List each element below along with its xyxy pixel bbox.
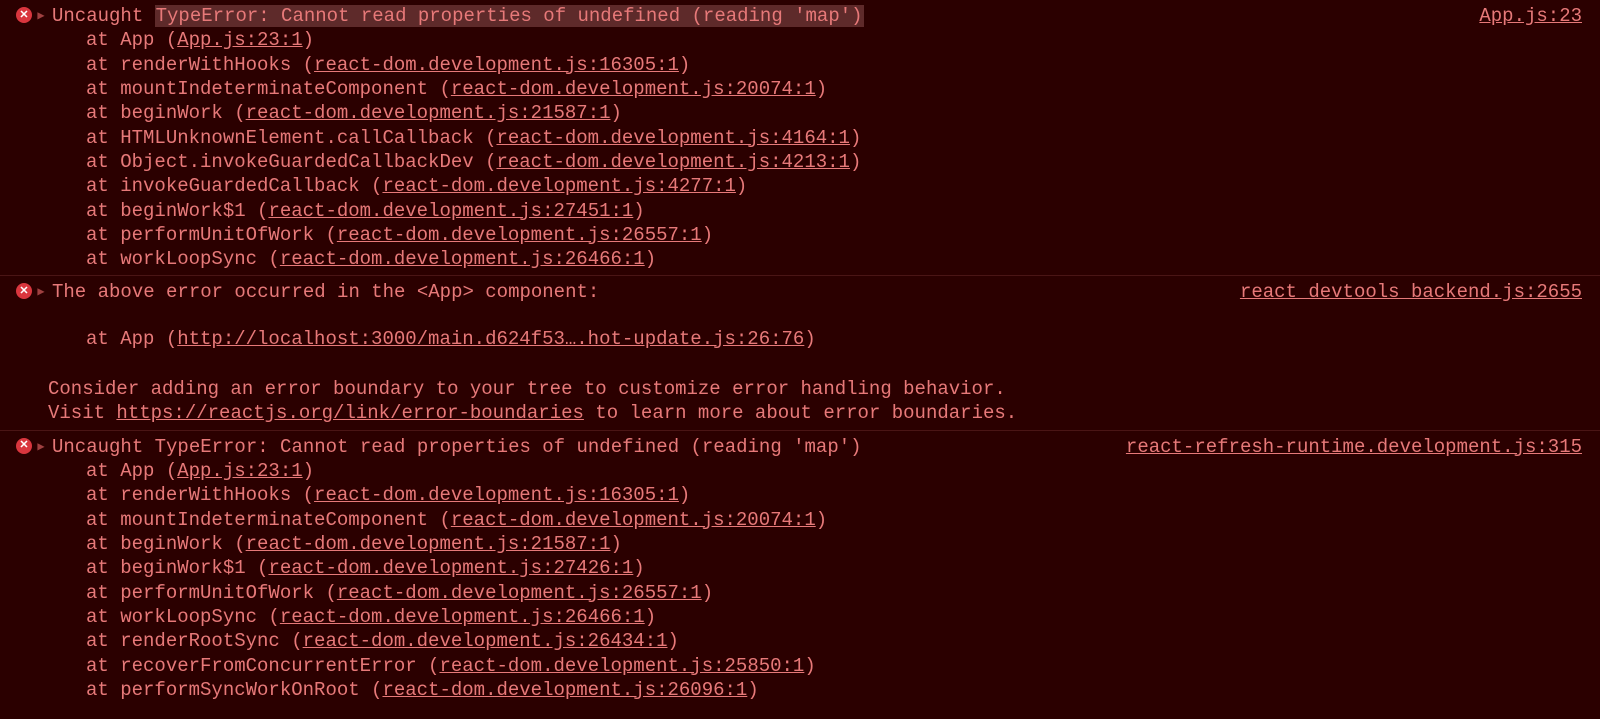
highlighted-text: TypeError: Cannot read properties of und… <box>155 5 864 27</box>
stack-frame-text: at workLoopSync ( <box>86 248 280 270</box>
stack-frame-link[interactable]: react-dom.development.js:16305:1 <box>314 54 679 76</box>
stack-frame-link[interactable]: react-dom.development.js:20074:1 <box>451 509 816 531</box>
stack-trace: at App (http://localhost:3000/main.d624f… <box>0 327 1600 351</box>
stack-frame-link[interactable]: react-dom.development.js:21587:1 <box>246 102 611 124</box>
stack-frame-link[interactable]: react-dom.development.js:26466:1 <box>280 248 645 270</box>
stack-frame: at renderWithHooks (react-dom.developmen… <box>86 483 1600 507</box>
stack-frame-link[interactable]: react-dom.development.js:26096:1 <box>382 679 747 701</box>
stack-frame: at App (http://localhost:3000/main.d624f… <box>86 327 1600 351</box>
stack-frame-link[interactable]: react-dom.development.js:27451:1 <box>268 200 633 222</box>
stack-frame-link[interactable]: http://localhost:3000/main.d624f53….hot-… <box>177 328 804 350</box>
stack-frame-link[interactable]: react-dom.development.js:26557:1 <box>337 582 702 604</box>
stack-frame-text: at performSyncWorkOnRoot ( <box>86 679 382 701</box>
stack-frame-text: at renderWithHooks ( <box>86 484 314 506</box>
error-message: The above error occurred in the <App> co… <box>48 280 1220 304</box>
stack-frame-text: at HTMLUnknownElement.callCallback ( <box>86 127 496 149</box>
error-icon: ✕ <box>16 438 32 454</box>
stack-frame-text: at App ( <box>86 328 177 350</box>
stack-frame: at performUnitOfWork (react-dom.developm… <box>86 581 1600 605</box>
stack-frame: at App (App.js:23:1) <box>86 459 1600 483</box>
error-icon-col: ✕ <box>14 4 34 23</box>
error-source: App.js:23 <box>1459 4 1582 28</box>
disclosure-arrow[interactable]: ▶ <box>34 280 48 300</box>
stack-frame-text: at recoverFromConcurrentError ( <box>86 655 439 677</box>
disclosure-arrow[interactable]: ▶ <box>34 4 48 24</box>
stack-trace: at App (App.js:23:1)at renderWithHooks (… <box>0 459 1600 702</box>
stack-frame-text: at beginWork ( <box>86 533 246 555</box>
chevron-right-icon: ▶ <box>37 440 44 455</box>
advice-line: Consider adding an error boundary to you… <box>48 377 1600 401</box>
error-header: ✕ ▶ Uncaught TypeError: Cannot read prop… <box>0 4 1600 28</box>
stack-frame-link[interactable]: react-dom.development.js:27426:1 <box>268 557 633 579</box>
stack-frame-link[interactable]: react-dom.development.js:16305:1 <box>314 484 679 506</box>
error-source: react_devtools_backend.js:2655 <box>1220 280 1582 304</box>
stack-frame-text: at performUnitOfWork ( <box>86 582 337 604</box>
docs-link[interactable]: https://reactjs.org/link/error-boundarie… <box>116 402 583 424</box>
stack-frame: at mountIndeterminateComponent (react-do… <box>86 77 1600 101</box>
stack-frame-text: at invokeGuardedCallback ( <box>86 175 382 197</box>
stack-frame-link[interactable]: react-dom.development.js:4277:1 <box>382 175 735 197</box>
stack-frame-text: at beginWork ( <box>86 102 246 124</box>
stack-frame: at beginWork (react-dom.development.js:2… <box>86 101 1600 125</box>
disclosure-arrow[interactable]: ▶ <box>34 435 48 455</box>
error-message: Uncaught TypeError: Cannot read properti… <box>48 435 1106 459</box>
stack-frame-link[interactable]: react-dom.development.js:4213:1 <box>496 151 849 173</box>
stack-frame-text: at performUnitOfWork ( <box>86 224 337 246</box>
error-header: ✕ ▶ Uncaught TypeError: Cannot read prop… <box>0 435 1600 459</box>
stack-frame: at workLoopSync (react-dom.development.j… <box>86 605 1600 629</box>
stack-frame-text: at App ( <box>86 29 177 51</box>
stack-frame-text: at workLoopSync ( <box>86 606 280 628</box>
stack-frame: at beginWork$1 (react-dom.development.js… <box>86 556 1600 580</box>
stack-frame-text: at beginWork$1 ( <box>86 200 268 222</box>
stack-frame: at recoverFromConcurrentError (react-dom… <box>86 654 1600 678</box>
error-icon-col: ✕ <box>14 280 34 299</box>
stack-frame: at mountIndeterminateComponent (react-do… <box>86 508 1600 532</box>
stack-frame: at invokeGuardedCallback (react-dom.deve… <box>86 174 1600 198</box>
chevron-right-icon: ▶ <box>37 285 44 300</box>
stack-frame-link[interactable]: App.js:23:1 <box>177 29 302 51</box>
stack-frame: at renderWithHooks (react-dom.developmen… <box>86 53 1600 77</box>
stack-frame-link[interactable]: react-dom.development.js:26466:1 <box>280 606 645 628</box>
console-error-entry: ✕ ▶ Uncaught TypeError: Cannot read prop… <box>0 431 1600 706</box>
stack-frame-link[interactable]: react-dom.development.js:26557:1 <box>337 224 702 246</box>
stack-frame-text: at Object.invokeGuardedCallbackDev ( <box>86 151 496 173</box>
advice-block: Consider adding an error boundary to you… <box>0 373 1600 426</box>
stack-frame-text: at beginWork$1 ( <box>86 557 268 579</box>
stack-frame-text: at mountIndeterminateComponent ( <box>86 78 451 100</box>
source-link[interactable]: react_devtools_backend.js:2655 <box>1240 281 1582 303</box>
source-link[interactable]: react-refresh-runtime.development.js:315 <box>1126 436 1582 458</box>
stack-frame-link[interactable]: react-dom.development.js:4164:1 <box>496 127 849 149</box>
stack-frame: at Object.invokeGuardedCallbackDev (reac… <box>86 150 1600 174</box>
error-icon-col: ✕ <box>14 435 34 454</box>
stack-frame: at beginWork (react-dom.development.js:2… <box>86 532 1600 556</box>
stack-frame: at performSyncWorkOnRoot (react-dom.deve… <box>86 678 1600 702</box>
error-source: react-refresh-runtime.development.js:315 <box>1106 435 1582 459</box>
stack-frame: at HTMLUnknownElement.callCallback (reac… <box>86 126 1600 150</box>
error-icon: ✕ <box>16 7 32 23</box>
advice-line: Visit https://reactjs.org/link/error-bou… <box>48 401 1600 425</box>
stack-trace: at App (App.js:23:1)at renderWithHooks (… <box>0 28 1600 271</box>
stack-frame: at performUnitOfWork (react-dom.developm… <box>86 223 1600 247</box>
stack-frame: at workLoopSync (react-dom.development.j… <box>86 247 1600 271</box>
stack-frame-text: at mountIndeterminateComponent ( <box>86 509 451 531</box>
stack-frame-text: at App ( <box>86 460 177 482</box>
stack-frame-text: at renderRootSync ( <box>86 630 303 652</box>
stack-frame: at beginWork$1 (react-dom.development.js… <box>86 199 1600 223</box>
stack-frame: at App (App.js:23:1) <box>86 28 1600 52</box>
console-error-entry: ✕ ▶ The above error occurred in the <App… <box>0 276 1600 430</box>
stack-frame-link[interactable]: react-dom.development.js:26434:1 <box>303 630 668 652</box>
error-message: Uncaught TypeError: Cannot read properti… <box>48 4 1459 28</box>
stack-frame-link[interactable]: react-dom.development.js:20074:1 <box>451 78 816 100</box>
console-error-entry: ✕ ▶ Uncaught TypeError: Cannot read prop… <box>0 0 1600 276</box>
error-header: ✕ ▶ The above error occurred in the <App… <box>0 280 1600 304</box>
stack-frame: at renderRootSync (react-dom.development… <box>86 629 1600 653</box>
chevron-right-icon: ▶ <box>37 9 44 24</box>
error-icon: ✕ <box>16 283 32 299</box>
stack-frame-link[interactable]: react-dom.development.js:25850:1 <box>439 655 804 677</box>
source-link[interactable]: App.js:23 <box>1479 5 1582 27</box>
stack-frame-link[interactable]: react-dom.development.js:21587:1 <box>246 533 611 555</box>
stack-frame-text: at renderWithHooks ( <box>86 54 314 76</box>
stack-frame-link[interactable]: App.js:23:1 <box>177 460 302 482</box>
